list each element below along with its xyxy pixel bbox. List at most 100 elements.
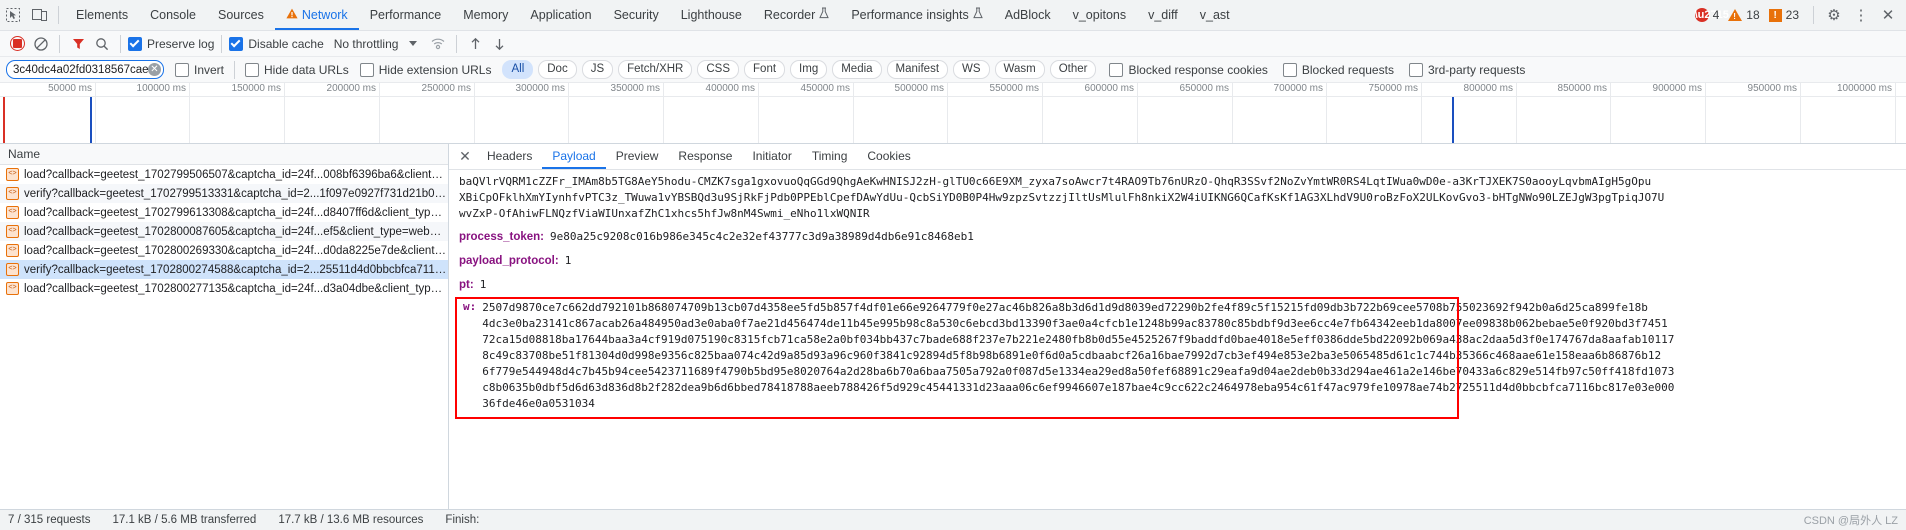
overview-tick-label: 700000 ms [1273, 83, 1323, 94]
device-toolbar-icon[interactable] [26, 2, 52, 28]
type-filter-all[interactable]: All [502, 60, 534, 79]
tab-adblock[interactable]: AdBlock [994, 0, 1062, 30]
payload-field-key: pt: [459, 279, 474, 291]
disable-cache-checkbox[interactable]: Disable cache [229, 36, 324, 51]
table-row[interactable]: <> verify?callback=geetest_1702800274588&… [0, 260, 448, 279]
issues-counter[interactable]: ! 23 [1768, 8, 1799, 22]
more-options-icon[interactable]: ⋮ [1849, 3, 1873, 27]
tab-label: Application [530, 8, 592, 22]
tab-v-diff[interactable]: v_diff [1137, 0, 1189, 30]
panel-tabs: Elements Console Sources Network Performance… [65, 0, 1241, 30]
controls-divider-3 [221, 34, 223, 53]
record-button[interactable] [6, 33, 28, 55]
detail-tab-payload[interactable]: Payload [542, 144, 605, 169]
table-row[interactable]: <> load?callback=geetest_1702800277135&ca… [0, 279, 448, 298]
tab-performance-insights[interactable]: Performance insights [840, 0, 993, 30]
table-row[interactable]: <> load?callback=geetest_1702799506507&ca… [0, 165, 448, 184]
blocked-requests-box [1282, 62, 1297, 77]
warning-icon [1728, 9, 1743, 21]
tab-performance[interactable]: Performance [359, 0, 453, 30]
request-detail-tabs: ✕ Headers Payload Preview Response Initiator… [449, 144, 1906, 170]
detail-tab-response[interactable]: Response [668, 144, 742, 169]
w-value-line: c8b0635b0dbf5d6d63d836d8b2f282dea9b6d6bb… [482, 381, 1675, 394]
network-conditions-icon[interactable] [427, 33, 449, 55]
warning-counter[interactable]: 18 [1728, 8, 1760, 22]
error-counter[interactable]: \u2715 4 [1694, 8, 1729, 22]
resource-type-filters: All Doc JS Fetch/XHR CSS Font Img Media Manifest… [502, 60, 1097, 79]
type-filter-other[interactable]: Other [1049, 60, 1097, 79]
overview-tick: 350000 ms [611, 83, 664, 143]
close-icon[interactable]: ✕ [1876, 3, 1900, 27]
close-detail-icon[interactable]: ✕ [453, 145, 477, 169]
filter-divider-1 [234, 60, 236, 79]
network-overview-timeline[interactable]: 50000 ms 100000 ms 150000 ms 200000 ms 25000… [0, 83, 1906, 144]
overview-tick-label: 350000 ms [610, 83, 660, 94]
type-filter-wasm[interactable]: Wasm [994, 60, 1045, 79]
tab-network[interactable]: Network [275, 0, 359, 30]
detail-tab-preview[interactable]: Preview [606, 144, 669, 169]
request-rows: <> load?callback=geetest_1702799506507&ca… [0, 165, 448, 509]
hide-data-urls-checkbox[interactable]: Hide data URLs [245, 62, 349, 77]
table-row[interactable]: <> verify?callback=geetest_1702799513331&… [0, 184, 448, 203]
overview-tick: 850000 ms [1558, 83, 1611, 143]
tab-label: v_opitons [1072, 8, 1127, 22]
overview-tick-label: 100000 ms [136, 83, 186, 94]
table-row[interactable]: <> load?callback=geetest_1702799613308&ca… [0, 203, 448, 222]
tab-v-ast[interactable]: v_ast [1189, 0, 1241, 30]
tab-elements[interactable]: Elements [65, 0, 139, 30]
type-filter-manifest[interactable]: Manifest [886, 60, 949, 79]
tab-console[interactable]: Console [139, 0, 207, 30]
detail-tab-timing[interactable]: Timing [802, 144, 858, 169]
w-value-line: 2507d9870ce7c662dd792101b868074709b13cb0… [482, 301, 1648, 314]
clear-button[interactable] [30, 33, 52, 55]
search-icon[interactable] [91, 33, 113, 55]
table-row[interactable]: <> load?callback=geetest_1702800087605&ca… [0, 222, 448, 241]
type-filter-media[interactable]: Media [832, 60, 882, 79]
script-resource-icon: <> [6, 206, 19, 219]
type-filter-js[interactable]: JS [581, 60, 614, 79]
type-filter-doc[interactable]: Doc [538, 60, 577, 79]
third-party-requests-label: 3rd-party requests [1427, 62, 1526, 77]
type-filter-css[interactable]: CSS [697, 60, 740, 79]
detail-tab-cookies[interactable]: Cookies [857, 144, 920, 169]
tab-lighthouse[interactable]: Lighthouse [670, 0, 753, 30]
tab-security[interactable]: Security [603, 0, 670, 30]
blocked-requests-checkbox[interactable]: Blocked requests [1282, 62, 1394, 77]
throttling-select[interactable]: No throttling [334, 37, 418, 51]
detail-tab-headers[interactable]: Headers [477, 144, 542, 169]
tab-sources[interactable]: Sources [207, 0, 275, 30]
overview-tick-label: 650000 ms [1179, 83, 1229, 94]
clear-filter-icon[interactable]: ✕ [148, 63, 161, 76]
request-name: load?callback=geetest_1702800269330&capt… [24, 244, 448, 257]
overview-tick-label: 550000 ms [989, 83, 1039, 94]
overview-marker [1452, 97, 1455, 143]
tab-application[interactable]: Application [519, 0, 602, 30]
type-filter-font[interactable]: Font [744, 60, 786, 79]
script-resource-icon: <> [6, 282, 19, 295]
import-har-icon[interactable] [464, 33, 486, 55]
filter-icon[interactable] [67, 33, 89, 55]
third-party-requests-checkbox[interactable]: 3rd-party requests [1408, 62, 1526, 77]
inspect-element-icon[interactable] [0, 2, 26, 28]
type-filter-fetch-xhr[interactable]: Fetch/XHR [618, 60, 693, 79]
type-filter-ws[interactable]: WS [953, 60, 990, 79]
preserve-log-checkbox[interactable]: Preserve log [128, 36, 215, 51]
filter-input[interactable]: 3c40dc4a02fd0318567caef5 ✕ [6, 60, 164, 79]
tab-label: Performance insights [851, 8, 969, 22]
payload-field: payload_protocol: 1 [459, 252, 1906, 270]
detail-tab-initiator[interactable]: Initiator [742, 144, 801, 169]
warning-triangle-icon [286, 0, 298, 30]
table-row[interactable]: <> load?callback=geetest_1702800269330&ca… [0, 241, 448, 260]
type-filter-img[interactable]: Img [790, 60, 828, 79]
invert-box [175, 62, 189, 77]
overview-tick-label: 300000 ms [515, 83, 565, 94]
gear-icon[interactable]: ⚙ [1822, 3, 1846, 27]
preserve-log-label: Preserve log [147, 36, 215, 51]
blocked-response-cookies-checkbox[interactable]: Blocked response cookies [1109, 62, 1268, 77]
tab-recorder[interactable]: Recorder [753, 0, 840, 30]
tab-memory[interactable]: Memory [452, 0, 519, 30]
export-har-icon[interactable] [488, 33, 510, 55]
invert-checkbox[interactable]: Invert [175, 62, 224, 77]
tab-v-opitons[interactable]: v_opitons [1062, 0, 1138, 30]
hide-extension-urls-checkbox[interactable]: Hide extension URLs [359, 62, 491, 77]
